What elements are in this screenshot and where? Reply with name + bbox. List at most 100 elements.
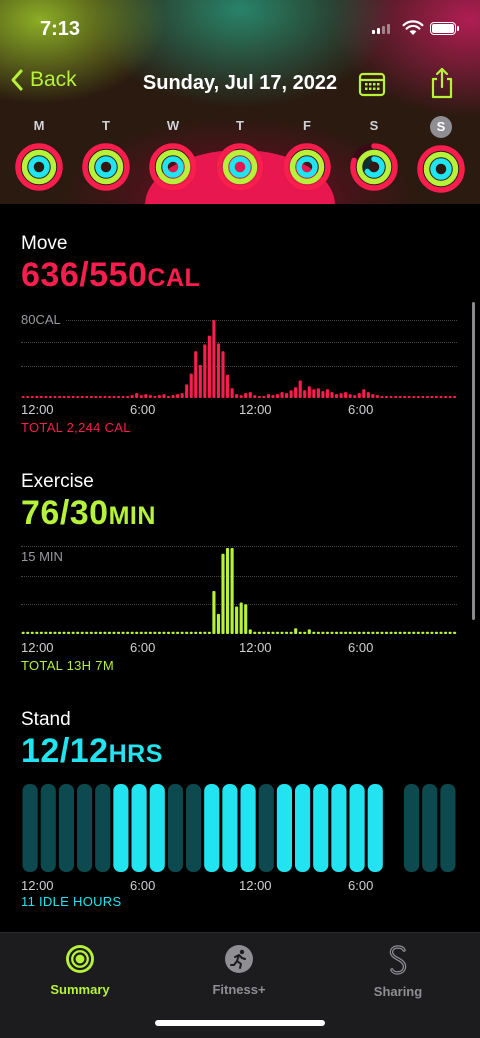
- chart-bar: [62, 631, 66, 634]
- chart-bar: [244, 604, 248, 634]
- stand-hour-bar: [240, 784, 256, 872]
- chart-bar: [371, 394, 375, 398]
- chart-bar: [39, 396, 43, 398]
- chart-bar: [44, 396, 48, 398]
- chart-bar: [121, 631, 125, 634]
- tab-fitness-plus[interactable]: Fitness+: [184, 943, 294, 997]
- activity-rings-icon: [149, 143, 197, 191]
- chart-bar: [389, 631, 393, 634]
- home-indicator[interactable]: [155, 1020, 325, 1026]
- stand-hour-bar: [222, 784, 238, 872]
- chart-bar: [98, 396, 102, 398]
- chart-bar: [157, 395, 161, 398]
- stand-hour-bar: [40, 784, 56, 872]
- chart-bar: [330, 631, 334, 634]
- day-0[interactable]: M: [11, 116, 67, 197]
- chart-bar: [403, 396, 407, 398]
- calendar-icon[interactable]: [358, 70, 386, 98]
- activity-rings-icon: [417, 145, 465, 193]
- stand-hour-bar: [113, 784, 129, 872]
- chart-bar: [289, 390, 293, 398]
- move-chart-bars: [21, 320, 457, 399]
- runner-icon: [225, 945, 253, 973]
- chart-bar: [162, 631, 166, 634]
- day-6[interactable]: S: [413, 116, 469, 199]
- chart-bar: [389, 396, 393, 398]
- day-2[interactable]: W: [145, 116, 201, 197]
- chart-bar: [80, 631, 84, 634]
- exercise-chart: 15 MIN: [21, 546, 457, 636]
- chart-bar: [344, 392, 348, 398]
- stand-hour-bar: [258, 784, 274, 872]
- tab-sharing[interactable]: Sharing: [343, 943, 453, 999]
- chart-bar: [94, 396, 98, 398]
- chart-bar: [266, 394, 270, 398]
- chart-bar: [407, 396, 411, 398]
- chart-bar: [321, 631, 325, 634]
- stand-chart: [21, 784, 457, 874]
- chart-bar: [148, 395, 152, 398]
- day-letter: T: [102, 118, 110, 133]
- chart-bar: [307, 629, 311, 634]
- exercise-x-label: 6:00: [130, 640, 156, 655]
- chart-bar: [198, 364, 202, 398]
- chart-bar: [348, 631, 352, 634]
- chart-bar: [244, 393, 248, 399]
- chart-bar: [357, 393, 361, 399]
- exercise-x-label: 12:00: [239, 640, 272, 655]
- stand-x-label: 6:00: [130, 878, 156, 893]
- chart-bar: [230, 388, 234, 398]
- ring-progress: [28, 156, 50, 178]
- chart-bar: [312, 389, 316, 398]
- chart-bar: [44, 631, 48, 634]
- chart-bar: [153, 396, 157, 398]
- chart-bar: [39, 631, 43, 634]
- chart-bar: [80, 396, 84, 398]
- exercise-title: Exercise: [21, 471, 94, 492]
- chart-bar: [271, 395, 275, 398]
- chart-bar: [235, 606, 239, 634]
- chart-bar: [448, 631, 452, 634]
- chart-bar: [280, 631, 284, 634]
- chart-bar: [362, 631, 366, 634]
- chart-bar: [116, 396, 121, 398]
- stand-x-label: 6:00: [348, 878, 374, 893]
- chart-bar: [398, 631, 402, 634]
- chart-bar: [71, 396, 75, 398]
- chart-bar: [394, 631, 398, 634]
- day-5[interactable]: S: [346, 116, 402, 197]
- chart-bar: [212, 320, 216, 398]
- chart-bar: [421, 396, 425, 398]
- chart-bar: [171, 631, 175, 634]
- chart-bar: [316, 631, 320, 634]
- chart-bar: [275, 631, 280, 634]
- tab-summary[interactable]: Summary: [25, 943, 135, 997]
- chart-bar: [321, 391, 325, 398]
- chart-bar: [307, 386, 311, 398]
- chart-bar: [216, 343, 221, 398]
- stand-x-label: 12:00: [21, 878, 54, 893]
- cellular-signal-icon: [372, 24, 390, 34]
- chart-bar: [412, 631, 416, 634]
- day-3[interactable]: T: [212, 116, 268, 197]
- chart-bar: [434, 631, 439, 634]
- chart-bar: [275, 394, 280, 398]
- chart-bar: [189, 631, 193, 634]
- chart-bar: [126, 631, 130, 634]
- chart-bar: [180, 393, 184, 399]
- exercise-total: TOTAL 13H 7M: [21, 658, 114, 673]
- day-1[interactable]: T: [78, 116, 134, 197]
- chart-bar: [262, 631, 266, 634]
- chart-bar: [248, 629, 252, 634]
- chart-bar: [257, 396, 261, 398]
- move-x-label: 6:00: [130, 402, 156, 417]
- day-4[interactable]: F: [279, 116, 335, 197]
- chart-bar: [453, 396, 457, 398]
- share-icon[interactable]: [428, 66, 456, 100]
- chart-bar: [89, 631, 93, 634]
- chart-bar: [94, 631, 98, 634]
- chart-bar: [262, 396, 266, 398]
- stand-hour-bar: [349, 784, 365, 872]
- chart-bar: [103, 396, 107, 398]
- chart-bar: [212, 591, 216, 634]
